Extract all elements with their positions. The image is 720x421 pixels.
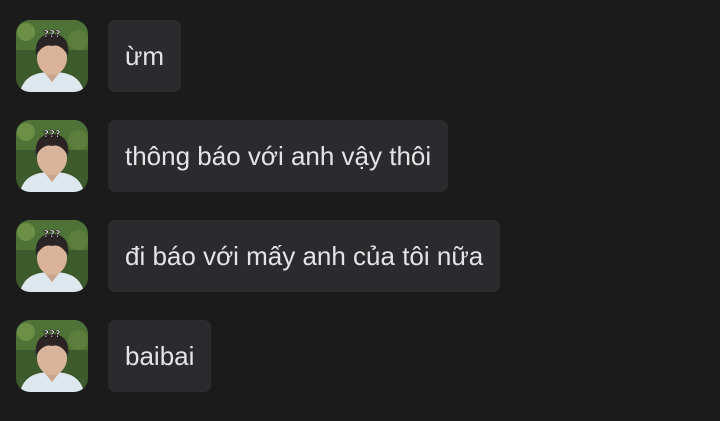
avatar[interactable]: ??? xyxy=(16,220,88,292)
message-bubble[interactable]: baibai xyxy=(108,320,212,392)
avatar[interactable]: ??? xyxy=(16,320,88,392)
message-bubble[interactable]: đi báo với mấy anh của tôi nữa xyxy=(108,220,501,292)
avatar-question-marks: ??? xyxy=(43,29,61,40)
message-bubble[interactable]: ừm xyxy=(108,20,182,92)
avatar-question-marks: ??? xyxy=(43,229,61,240)
chat-thread: ??? ừm ??? thông báo với anh vậy thôi ??… xyxy=(0,0,720,421)
avatar-question-marks: ??? xyxy=(43,129,61,140)
avatar[interactable]: ??? xyxy=(16,120,88,192)
avatar[interactable]: ??? xyxy=(16,20,88,92)
message-bubble[interactable]: thông báo với anh vậy thôi xyxy=(108,120,449,192)
avatar-question-marks: ??? xyxy=(43,329,61,340)
